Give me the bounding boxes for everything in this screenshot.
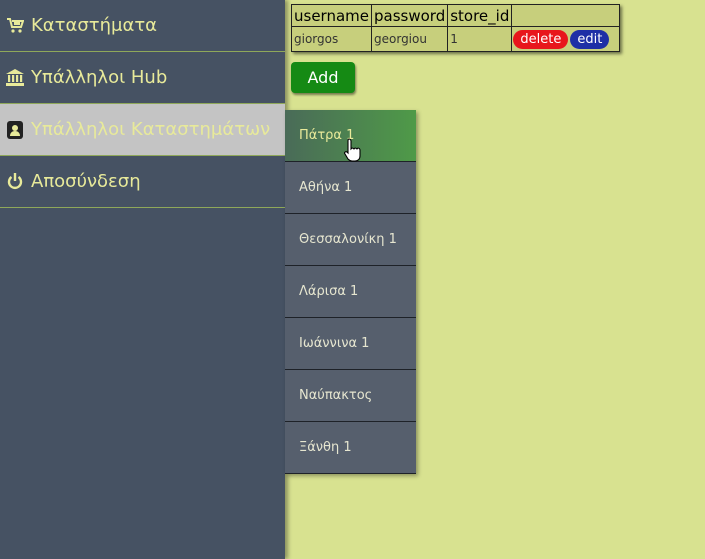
nav-item-logout[interactable]: Αποσύνδεση <box>0 156 285 208</box>
nav-item-stores[interactable]: Καταστήματα <box>0 0 285 52</box>
users-table: username password store_id giorgos georg… <box>291 4 621 52</box>
submenu-item-thessaloniki[interactable]: Θεσσαλονίκη 1 <box>285 214 416 266</box>
column-header-actions <box>511 4 621 27</box>
submenu-item-athina[interactable]: Αθήνα 1 <box>285 162 416 214</box>
power-icon <box>6 173 24 191</box>
submenu-item-nafpaktos[interactable]: Ναύπακτος <box>285 370 416 422</box>
column-header-store-id: store_id <box>447 4 513 27</box>
cell-actions: delete edit <box>511 26 621 52</box>
table-header-row: username password store_id <box>291 4 621 27</box>
nav-item-store-employees[interactable]: Υπάλληλοι Καταστημάτων <box>0 104 285 156</box>
submenu-item-ioannina[interactable]: Ιωάννινα 1 <box>285 318 416 370</box>
cell-password: georgiou <box>370 26 449 52</box>
bank-icon <box>6 69 24 87</box>
submenu-item-larisa[interactable]: Λάρισα 1 <box>285 266 416 318</box>
cell-username: giorgos <box>291 26 372 52</box>
cart-icon <box>6 17 24 35</box>
add-button[interactable]: Add <box>291 62 355 93</box>
cell-store-id: 1 <box>447 26 513 52</box>
nav-item-label: Αποσύνδεση <box>31 171 141 192</box>
column-header-password: password <box>370 4 449 27</box>
nav-item-label: Καταστήματα <box>31 15 158 36</box>
nav-item-hub-employees[interactable]: Υπάλληλοι Hub <box>0 52 285 104</box>
contact-card-icon <box>6 120 24 139</box>
nav-item-label: Υπάλληλοι Καταστημάτων <box>31 119 271 140</box>
sidebar: Καταστήματα Υπάλληλοι Hub Υπάλληλοι Κατα… <box>0 0 285 559</box>
nav-item-label: Υπάλληλοι Hub <box>31 67 168 88</box>
hand-pointer-cursor-icon <box>344 138 361 162</box>
submenu-item-xanthi[interactable]: Ξάνθη 1 <box>285 422 416 474</box>
edit-button[interactable]: edit <box>570 29 610 49</box>
column-header-username: username <box>291 4 372 27</box>
delete-button[interactable]: delete <box>513 29 569 49</box>
table-row: giorgos georgiou 1 delete edit <box>291 26 621 52</box>
store-submenu: Πάτρα 1 Αθήνα 1 Θεσσαλονίκη 1 Λάρισα 1 Ι… <box>285 110 416 474</box>
